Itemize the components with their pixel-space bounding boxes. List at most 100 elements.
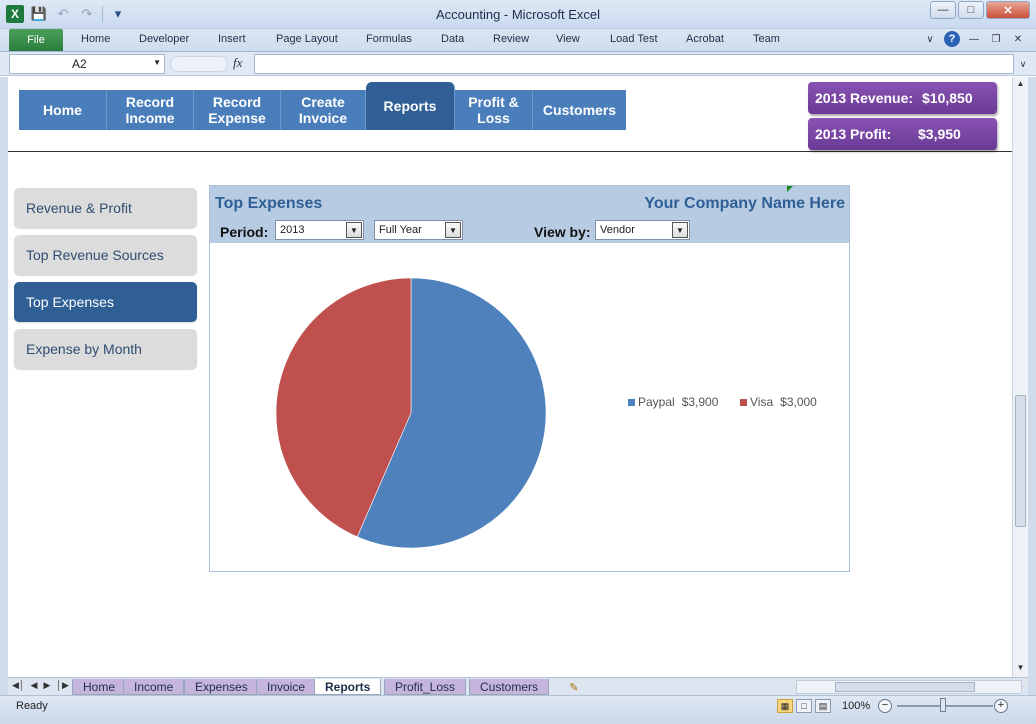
window-controls: — □ ✕ bbox=[930, 1, 1030, 19]
window-title: Accounting - Microsoft Excel bbox=[435, 7, 600, 22]
nav-profit-loss-button[interactable]: Profit & Loss bbox=[455, 90, 533, 130]
workbook-minimize-icon[interactable]: — bbox=[966, 31, 982, 47]
close-icon[interactable]: ✕ bbox=[986, 1, 1030, 19]
ribbon-tab-team[interactable]: Team bbox=[753, 33, 780, 45]
sheet-tab-bar: ◀│ ◀ ▶ │▶ Home Income Expenses Invoice R… bbox=[8, 677, 1028, 695]
nav-customers-button[interactable]: Customers bbox=[533, 90, 626, 130]
workbook-restore-icon[interactable]: ❐ bbox=[988, 31, 1004, 47]
maximize-icon[interactable]: □ bbox=[958, 1, 984, 19]
page-layout-view-icon[interactable]: □ bbox=[796, 699, 812, 713]
ribbon-tab-review[interactable]: Review bbox=[493, 33, 529, 45]
vertical-scroll-thumb[interactable] bbox=[1015, 395, 1026, 527]
sheet-tab-reports[interactable]: Reports bbox=[314, 679, 382, 695]
first-sheet-icon[interactable]: ◀│ bbox=[12, 680, 25, 691]
nav-record-expense-button[interactable]: Record Expense bbox=[194, 90, 281, 130]
sheet-tab-profit-loss[interactable]: Profit_Loss bbox=[384, 679, 467, 695]
horizontal-scroll-thumb[interactable] bbox=[835, 682, 975, 692]
nav-home-button[interactable]: Home bbox=[19, 90, 107, 130]
formula-oval bbox=[170, 56, 228, 72]
company-name: Your Company Name Here bbox=[644, 195, 845, 212]
horizontal-scrollbar[interactable] bbox=[796, 680, 1022, 694]
sheet-tab-income[interactable]: Income bbox=[123, 679, 185, 695]
next-sheet-icon[interactable]: ▶ bbox=[43, 680, 50, 691]
zoom-in-icon[interactable]: + bbox=[994, 699, 1008, 713]
sheet-tab-home[interactable]: Home bbox=[72, 679, 127, 695]
status-ready: Ready bbox=[16, 700, 48, 712]
zoom-level[interactable]: 100% bbox=[842, 700, 870, 712]
nav-reports-button[interactable]: Reports bbox=[366, 82, 455, 130]
period-label: Period: bbox=[220, 224, 269, 240]
legend-item-visa: Visa $3,000 bbox=[740, 395, 817, 409]
view-by-dropdown[interactable]: Vendor ▼ bbox=[595, 220, 690, 240]
profit-kpi-label: 2013 Profit: bbox=[815, 126, 892, 142]
insert-sheet-icon[interactable]: ✎ bbox=[564, 679, 584, 695]
legend-swatch bbox=[740, 398, 747, 406]
header-divider bbox=[8, 151, 1012, 152]
title-bar: X 💾 ↶ ↷ ▾ Accounting - Microsoft Excel —… bbox=[0, 0, 1036, 29]
report-title: Top Expenses bbox=[215, 195, 323, 212]
side-nav-top-expenses[interactable]: Top Expenses bbox=[14, 282, 197, 322]
period-year-dropdown[interactable]: 2013 ▼ bbox=[275, 220, 364, 240]
report-header: Top Expenses Your Company Name Here Peri… bbox=[210, 186, 849, 243]
left-border bbox=[0, 77, 8, 724]
view-by-value: Vendor bbox=[600, 224, 635, 236]
chevron-down-icon[interactable]: ▼ bbox=[445, 222, 461, 238]
ribbon-tab-page-layout[interactable]: Page Layout bbox=[276, 33, 338, 45]
zoom-slider-knob[interactable] bbox=[940, 698, 946, 712]
side-nav-top-revenue-sources[interactable]: Top Revenue Sources bbox=[14, 235, 197, 275]
ribbon-tab-insert[interactable]: Insert bbox=[218, 33, 246, 45]
right-border bbox=[1028, 77, 1036, 724]
nav-record-income-button[interactable]: Record Income bbox=[107, 90, 194, 130]
chevron-down-icon[interactable]: ▼ bbox=[346, 222, 362, 238]
normal-view-icon[interactable]: ▦ bbox=[777, 699, 793, 713]
revenue-kpi: 2013 Revenue: $10,850 bbox=[808, 82, 997, 114]
sheet-tab-expenses[interactable]: Expenses bbox=[184, 679, 259, 695]
legend-label: Visa bbox=[750, 395, 774, 409]
help-icon[interactable]: ? bbox=[944, 31, 960, 47]
ribbon-tab-developer[interactable]: Developer bbox=[139, 33, 189, 45]
period-range-value: Full Year bbox=[379, 224, 422, 236]
scroll-up-icon[interactable]: ▲ bbox=[1013, 79, 1028, 88]
period-range-dropdown[interactable]: Full Year ▼ bbox=[374, 220, 463, 240]
legend-label: Paypal bbox=[638, 395, 675, 409]
report-nav-bar: Home Record Income Record Expense Create… bbox=[19, 82, 626, 130]
sheet-nav-arrows: ◀│ ◀ ▶ │▶ bbox=[12, 680, 69, 691]
chevron-down-icon[interactable]: ▼ bbox=[153, 58, 161, 67]
insert-function-icon[interactable]: fx bbox=[233, 55, 242, 71]
nav-create-invoice-button[interactable]: Create Invoice bbox=[281, 90, 366, 130]
side-nav-expense-by-month[interactable]: Expense by Month bbox=[14, 329, 197, 369]
zoom-out-icon[interactable]: − bbox=[878, 699, 892, 713]
chevron-down-icon[interactable]: ▼ bbox=[672, 222, 688, 238]
revenue-kpi-label: 2013 Revenue: bbox=[815, 90, 914, 106]
formula-input[interactable] bbox=[254, 54, 1014, 74]
sheet-tab-customers[interactable]: Customers bbox=[469, 679, 550, 695]
name-box[interactable]: A2 ▼ bbox=[9, 54, 165, 74]
legend-value: $3,900 bbox=[681, 395, 719, 409]
prev-sheet-icon[interactable]: ◀ bbox=[31, 680, 38, 691]
period-year-value: 2013 bbox=[280, 224, 305, 236]
report-panel: Top Expenses Your Company Name Here Peri… bbox=[209, 185, 850, 572]
status-bar: Ready ▦ □ ▤ 100% − + bbox=[0, 695, 1036, 724]
expand-formula-icon[interactable]: ∨ bbox=[1016, 56, 1030, 72]
side-nav-revenue-profit[interactable]: Revenue & Profit bbox=[14, 188, 197, 228]
formula-controls: fx bbox=[170, 54, 254, 74]
scroll-down-icon[interactable]: ▼ bbox=[1013, 663, 1028, 672]
ribbon-tab-home[interactable]: Home bbox=[81, 33, 110, 45]
page-break-view-icon[interactable]: ▤ bbox=[815, 699, 831, 713]
ribbon-tab-acrobat[interactable]: Acrobat bbox=[686, 33, 724, 45]
ribbon-tab-formulas[interactable]: Formulas bbox=[366, 33, 412, 45]
file-tab[interactable]: File bbox=[9, 29, 63, 51]
minimize-ribbon-icon[interactable]: ∨ bbox=[922, 31, 938, 47]
sheet-tab-invoice[interactable]: Invoice bbox=[256, 679, 317, 695]
legend-value: $3,000 bbox=[780, 395, 817, 409]
minimize-icon[interactable]: — bbox=[930, 1, 956, 19]
name-box-value: A2 bbox=[72, 57, 87, 71]
ribbon-tab-view[interactable]: View bbox=[556, 33, 580, 45]
last-sheet-icon[interactable]: │▶ bbox=[56, 680, 69, 691]
ribbon-tab-data[interactable]: Data bbox=[441, 33, 464, 45]
legend-item-paypal: Paypal $3,900 bbox=[628, 395, 718, 409]
revenue-kpi-value: $10,850 bbox=[922, 90, 973, 106]
workbook-close-icon[interactable]: ✕ bbox=[1010, 31, 1026, 47]
vertical-scrollbar[interactable]: ▲ ▼ bbox=[1012, 77, 1028, 677]
ribbon-tab-load-test[interactable]: Load Test bbox=[610, 33, 658, 45]
